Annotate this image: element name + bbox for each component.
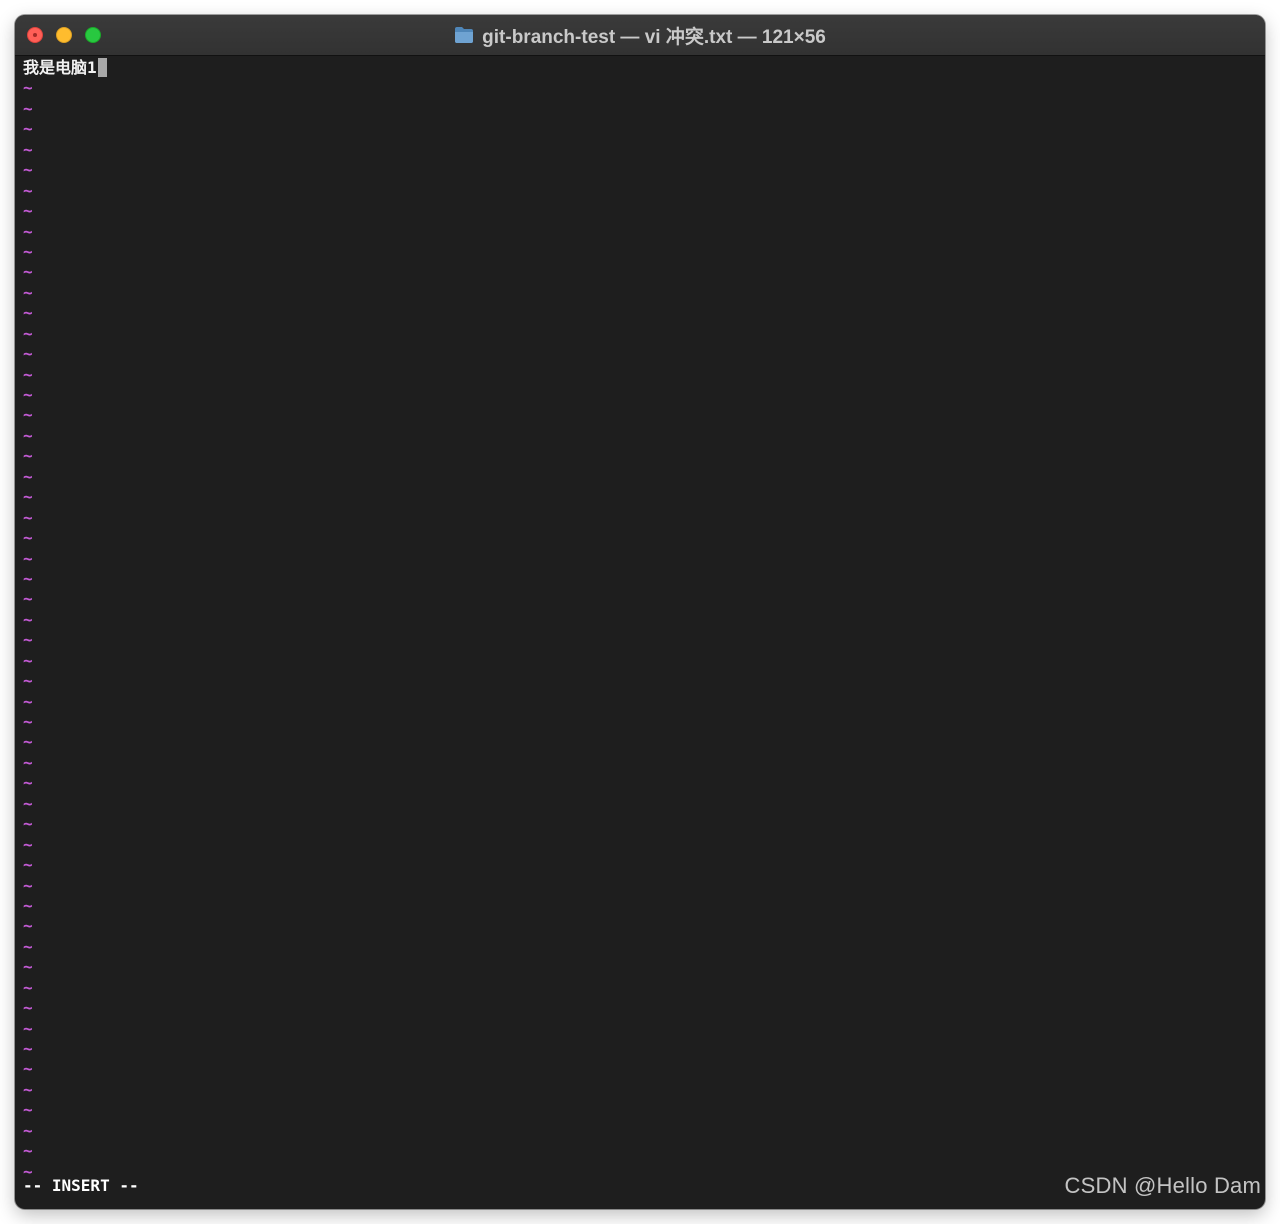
empty-line-tilde: ~ (23, 425, 33, 445)
empty-line-tilde: ~ (23, 875, 33, 895)
empty-line-tilde: ~ (23, 895, 33, 915)
empty-line-tilde: ~ (23, 139, 33, 159)
buffer-line-1[interactable]: 我是电脑1 (23, 58, 1265, 78)
empty-line-tilde: ~ (23, 977, 33, 997)
empty-line-tilde: ~ (23, 262, 33, 282)
empty-line-tilde: ~ (23, 855, 33, 875)
empty-line-tilde: ~ (23, 385, 33, 404)
empty-line-tilde: ~ (23, 201, 33, 221)
empty-line-tilde: ~ (23, 548, 33, 568)
empty-line-tilde: ~ (23, 364, 33, 384)
empty-line-tilde: ~ (23, 732, 33, 752)
empty-line-tilde: ~ (23, 446, 33, 466)
empty-line-tilde: ~ (23, 221, 33, 241)
empty-line-tilde: ~ (23, 160, 33, 180)
empty-line-tilde: ~ (23, 180, 33, 200)
empty-line-tilde: ~ (23, 998, 33, 1018)
text-cursor (97, 58, 107, 77)
terminal-window: git-branch-test — vi 冲突.txt — 121×56 我是电… (15, 15, 1265, 1209)
empty-line-tilde: ~ (23, 282, 33, 302)
empty-line-tilde: ~ (23, 691, 33, 711)
empty-line-tilde: ~ (23, 1039, 33, 1058)
window-title-area: git-branch-test — vi 冲突.txt — 121×56 (15, 15, 1265, 55)
empty-line-tilde: ~ (23, 630, 33, 650)
empty-line-tilde: ~ (23, 344, 33, 364)
empty-line-tilde: ~ (23, 119, 33, 139)
empty-line-tilde: ~ (23, 303, 33, 323)
empty-line-tilde: ~ (23, 568, 33, 588)
empty-line-tilde: ~ (23, 936, 33, 956)
folder-icon (454, 26, 474, 44)
empty-line-tilde: ~ (23, 1018, 33, 1038)
empty-line-tilde: ~ (23, 507, 33, 527)
empty-line-tilde: ~ (23, 405, 33, 425)
empty-line-tilde: ~ (23, 814, 33, 834)
empty-line-tilde: ~ (23, 241, 33, 261)
empty-line-tilde: ~ (23, 752, 33, 772)
empty-line-tilde: ~ (23, 650, 33, 670)
empty-line-tilde: ~ (23, 487, 33, 507)
empty-line-tilde: ~ (23, 323, 33, 343)
empty-line-tilde: ~ (23, 1059, 33, 1079)
empty-line-tilde: ~ (23, 589, 33, 609)
empty-line-tilde: ~ (23, 1120, 33, 1140)
empty-line-tilde: ~ (23, 1079, 33, 1099)
title-bar[interactable]: git-branch-test — vi 冲突.txt — 121×56 (15, 15, 1265, 56)
empty-line-tilde: ~ (23, 98, 33, 118)
vi-editor-buffer[interactable]: 我是电脑1 ~ ~ ~ ~ ~ ~ ~ ~ ~ ~ ~ ~ ~ ~ ~ ~ ~ ~ ~ ~ ~ ~ ~ ~ ~ ~ ~ ~ ~ ~ ~ ~ ~ ~… (23, 58, 1265, 1209)
empty-line-tilde: ~ (23, 793, 33, 813)
empty-line-tilde: ~ (23, 773, 33, 793)
empty-line-tilde: ~ (23, 1141, 33, 1161)
empty-line-tilde: ~ (23, 78, 33, 98)
empty-line-tilde: ~ (23, 1100, 33, 1120)
vi-mode-indicator: -- INSERT -- (23, 1176, 139, 1195)
empty-line-tilde: ~ (23, 528, 33, 548)
window-title: git-branch-test — vi 冲突.txt — 121×56 (482, 26, 826, 48)
empty-line-tilde: ~ (23, 609, 33, 629)
empty-line-tilde: ~ (23, 957, 33, 977)
empty-line-tilde: ~ (23, 834, 33, 854)
empty-line-tilde: ~ (23, 466, 33, 486)
empty-line-tilde: ~ (23, 712, 33, 731)
empty-line-tilde: ~ (23, 916, 33, 936)
buffer-line-text: 我是电脑1 (23, 58, 97, 77)
watermark: CSDN @Hello Dam (1064, 1173, 1261, 1198)
empty-line-tilde: ~ (23, 671, 33, 691)
